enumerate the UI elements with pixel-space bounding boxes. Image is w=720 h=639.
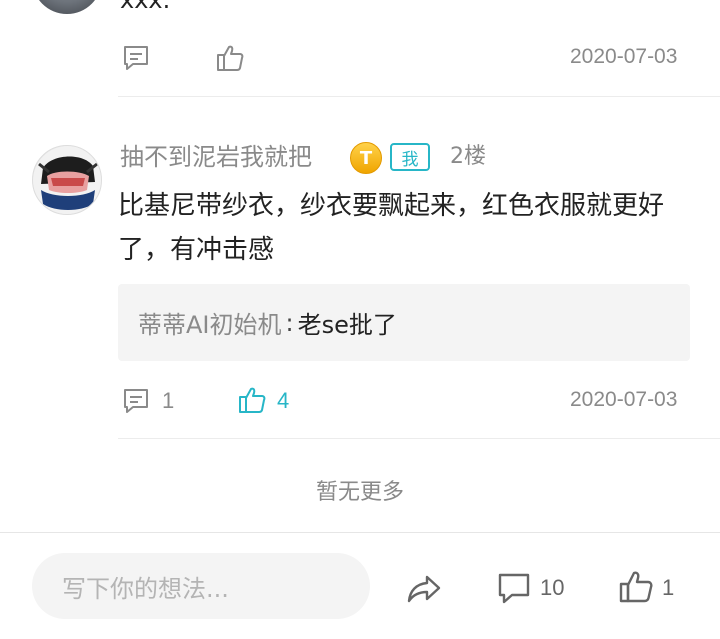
comment-input-placeholder: 写下你的想法... <box>62 574 229 603</box>
reply-author[interactable]: 蒂蒂AI初始机 <box>138 305 282 340</box>
level-badge: T <box>350 142 382 174</box>
reply-separator: : <box>285 308 294 337</box>
reply-box[interactable]: 蒂蒂AI初始机 : 老se批了 <box>118 284 690 361</box>
thumbs-up-icon[interactable] <box>236 384 268 416</box>
no-more-label: 暂无更多 <box>315 480 404 505</box>
previous-commenter-avatar[interactable] <box>32 0 102 14</box>
comment-body: 比基尼带纱衣，纱衣要飘起来，红色衣服就更好了，有冲击感 <box>118 191 665 265</box>
thumbs-up-icon[interactable] <box>616 567 656 607</box>
comment-bubble-icon[interactable] <box>494 568 534 608</box>
previous-comment-text: xxx. <box>120 0 171 14</box>
divider <box>118 96 720 97</box>
bottom-comment-count: 10 <box>540 575 565 600</box>
reply-text: 老se批了 <box>297 311 397 339</box>
comment-bubble-icon[interactable] <box>120 385 152 417</box>
comment-input[interactable]: 写下你的想法... <box>32 553 370 619</box>
divider <box>118 438 720 439</box>
previous-comment-date: 2020-07-03 <box>570 45 678 68</box>
comment-username[interactable]: 抽不到泥岩我就把 <box>120 141 312 173</box>
reply-count: 1 <box>162 388 175 413</box>
commenter-avatar[interactable] <box>32 145 102 215</box>
comment-date: 2020-07-03 <box>570 388 678 411</box>
floor-number: 2楼 <box>450 144 486 169</box>
thumbs-up-icon[interactable] <box>214 42 246 74</box>
share-arrow-icon[interactable] <box>404 568 444 608</box>
like-count: 4 <box>277 388 290 413</box>
me-tag: 我 <box>390 143 430 171</box>
comment-bubble-icon[interactable] <box>120 42 152 74</box>
bottom-like-count: 1 <box>662 575 675 600</box>
